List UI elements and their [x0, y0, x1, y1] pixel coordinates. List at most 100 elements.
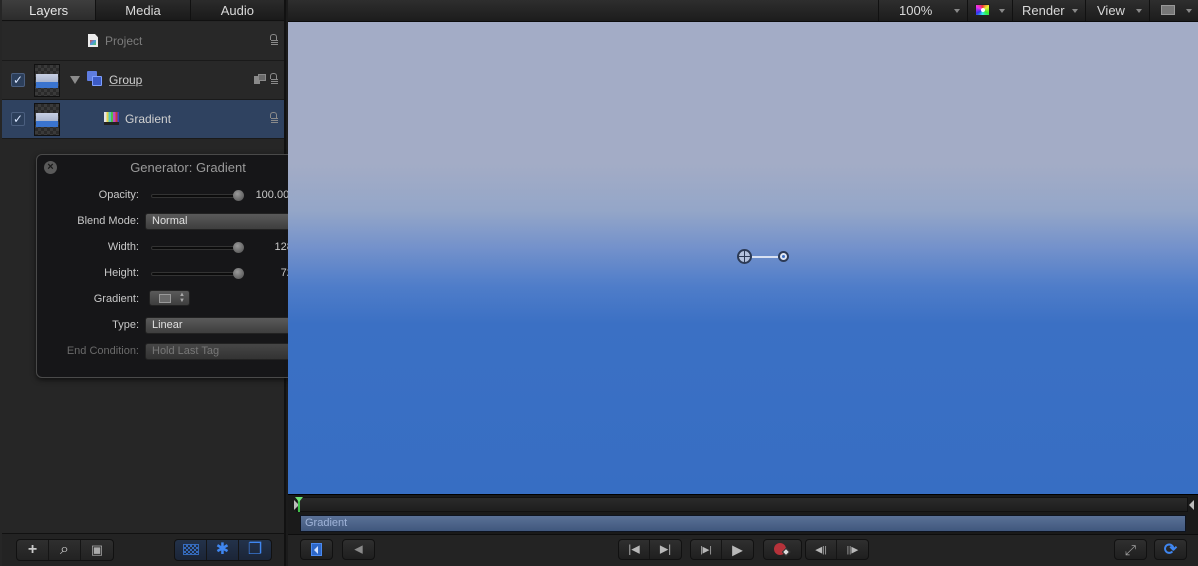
timeline-ruler[interactable] [296, 497, 1188, 512]
audio-icon: ◀ [354, 543, 363, 555]
disclosure-triangle-icon[interactable] [70, 76, 80, 84]
go-to-end-button[interactable]: ▶| [650, 540, 681, 559]
chevron-down-icon [1186, 9, 1192, 13]
gradient-end-handle[interactable] [778, 251, 789, 262]
audio-button[interactable]: ◀ [342, 539, 375, 560]
view-layout-icon [1161, 5, 1175, 15]
render-menu[interactable]: Render [1012, 0, 1084, 21]
arrow-left-glyph [314, 546, 318, 554]
tab-layers[interactable]: Layers [2, 0, 97, 20]
gradient-start-handle[interactable] [737, 249, 752, 264]
hud-label-opacity: Opacity: [98, 189, 139, 201]
chevron-down-icon [954, 9, 960, 13]
go-to-end-icon: ▶| [659, 543, 672, 555]
go-to-group: |◀ ▶| [618, 539, 682, 560]
view-layout-popup[interactable] [1149, 0, 1198, 21]
height-slider-knob[interactable] [233, 268, 244, 279]
layer-row-project[interactable]: Project [2, 22, 284, 61]
lock-icon[interactable] [267, 73, 278, 85]
playhead[interactable] [295, 497, 303, 512]
transport-bar: ◀ |◀ ▶| |▶| ▶ ◀|| ||▶ ⤢ ⟳ [288, 534, 1198, 566]
layer-name: Gradient [125, 112, 172, 126]
project-icon [88, 34, 98, 47]
view-menu[interactable]: View [1085, 0, 1148, 21]
gradient-preset-popup[interactable]: ▲ ▼ [149, 290, 190, 306]
render-label: Render [1022, 3, 1065, 18]
hud-label-width: Width: [107, 241, 139, 253]
channels-popup[interactable] [967, 0, 1011, 21]
visibility-checkbox[interactable]: ✓ [11, 73, 25, 87]
layer-actions-group: + ⌕ ▣ [16, 539, 114, 561]
previous-frame-icon: ◀|| [815, 544, 827, 554]
previous-frame-button[interactable]: ◀|| [806, 540, 837, 559]
opacity-slider-knob[interactable] [233, 190, 244, 201]
chevron-down-icon [1136, 9, 1142, 13]
motion-app-window: Layers Media Audio Project ✓ Group ✓ Gra… [0, 0, 1198, 566]
frame-step-group: ◀|| ||▶ [805, 539, 869, 560]
canvas-viewer[interactable] [288, 22, 1198, 494]
tab-audio[interactable]: Audio [191, 0, 284, 20]
settings-button[interactable]: ✱ [207, 540, 239, 560]
go-to-start-button[interactable]: |◀ [619, 540, 650, 559]
lock-icon[interactable] [267, 34, 278, 46]
opacity-slider[interactable] [151, 194, 239, 198]
loop-button[interactable]: ⟳ [1154, 539, 1187, 560]
isolate-group-icon[interactable] [254, 74, 266, 84]
layers-panel: Layers Media Audio Project ✓ Group ✓ Gra… [0, 0, 340, 566]
thumbnail-icon: ▣ [90, 542, 104, 557]
width-slider[interactable] [151, 246, 239, 250]
out-point-marker[interactable] [1189, 500, 1194, 510]
height-slider[interactable] [151, 272, 239, 276]
generator-icon [104, 112, 119, 125]
timeline-track-bar[interactable]: Gradient [300, 515, 1186, 532]
zoom-level-value: 100% [899, 3, 933, 18]
thumbnail-button[interactable]: ▣ [81, 540, 113, 560]
width-slider-knob[interactable] [233, 242, 244, 253]
view-label: View [1097, 3, 1125, 18]
layer-row-group[interactable]: ✓ Group [2, 61, 284, 100]
search-button[interactable]: ⌕ [49, 540, 81, 560]
layers-toolbar: + ⌕ ▣ ✱ ❐ [2, 533, 284, 566]
end-condition-value: Hold Last Tag [152, 345, 220, 357]
checkerboard-icon [183, 544, 199, 555]
layer-thumbnail [34, 103, 60, 136]
add-layer-button[interactable]: + [17, 540, 49, 560]
color-channels-icon [975, 4, 990, 16]
tab-media[interactable]: Media [96, 0, 191, 20]
next-frame-icon: ||▶ [846, 544, 859, 554]
checkerboard-button[interactable] [175, 540, 207, 560]
panel-tabs: Layers Media Audio [2, 0, 284, 21]
layers-icon: ❐ [247, 541, 263, 558]
next-frame-button[interactable]: ||▶ [837, 540, 868, 559]
play-range-icon: |▶| [700, 544, 712, 554]
go-to-start-icon: |◀ [628, 543, 640, 555]
canvas-toolbar: 100% Render View [288, 0, 1198, 22]
fullscreen-icon: ⤢ [1124, 541, 1137, 557]
hud-label-type: Type: [112, 319, 139, 331]
layers-list: Project ✓ Group ✓ Gradient [2, 22, 284, 139]
zoom-level-popup[interactable]: 100% [878, 0, 966, 21]
fullscreen-button[interactable]: ⤢ [1114, 539, 1147, 560]
loop-cell: ⟳ [1155, 540, 1186, 559]
type-value: Linear [152, 319, 183, 331]
track-label: Gradient [305, 517, 348, 529]
play-group: |▶| ▶ [690, 539, 754, 560]
layer-name: Project [105, 34, 143, 48]
play-button[interactable]: ▶ [722, 540, 753, 559]
layer-row-gradient[interactable]: ✓ Gradient [2, 100, 284, 139]
chevron-down-icon [1072, 9, 1078, 13]
gear-icon: ✱ [215, 541, 230, 558]
layers-view-button[interactable]: ❐ [239, 540, 271, 560]
visibility-checkbox[interactable]: ✓ [11, 112, 25, 126]
play-range-button[interactable]: |▶| [691, 540, 722, 559]
blend-mode-value: Normal [152, 215, 188, 227]
hud-label-height: Height: [104, 267, 139, 279]
popup-arrows-icon: ▲▼ [179, 292, 185, 304]
record-button[interactable] [764, 540, 801, 559]
timeline-toggle-button[interactable] [300, 539, 333, 560]
mini-timeline: Gradient [288, 494, 1198, 534]
lock-icon[interactable] [267, 112, 278, 124]
gradient-onscreen-control[interactable] [737, 249, 797, 265]
keyframe-diamond-icon [781, 547, 791, 557]
gradient-direction-line [752, 256, 778, 258]
